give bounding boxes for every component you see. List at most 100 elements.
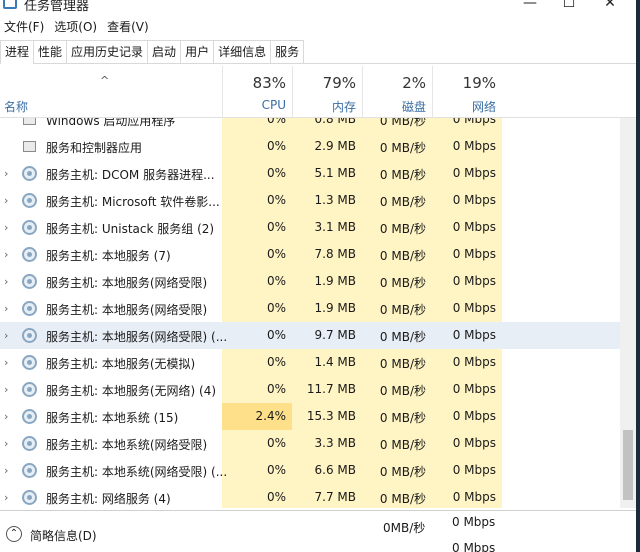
expand-chevron-icon[interactable]: ›: [4, 356, 8, 369]
tab-strip: 进程 性能 应用历史记录 启动 用户 详细信息 服务: [0, 40, 636, 64]
expand-chevron-icon[interactable]: ›: [4, 383, 8, 396]
gear-icon: [22, 274, 37, 289]
disk-value: 0 MB/秒: [379, 195, 426, 209]
memory-value: 2.9 MB: [314, 139, 356, 153]
expand-chevron-icon[interactable]: ›: [4, 221, 8, 234]
minimize-button[interactable]: —: [520, 0, 540, 12]
process-row[interactable]: › 服务主机: 本地服务 (7) 0% 7.8 MB 0 MB/秒 0 Mbps: [0, 241, 620, 268]
tab-services[interactable]: 服务: [270, 40, 305, 63]
memory-value: 3.1 MB: [314, 220, 356, 234]
menu-options[interactable]: 选项(O): [50, 16, 103, 38]
expand-chevron-icon[interactable]: ›: [4, 464, 8, 477]
service-icon: [23, 118, 36, 125]
column-header-cpu[interactable]: 83% CPU: [222, 66, 292, 118]
maximize-button[interactable]: ☐: [559, 0, 579, 12]
process-row[interactable]: › 服务主机: 网络服务 (4) 0% 7.7 MB 0 MB/秒 0 Mbps: [0, 484, 620, 508]
gear-icon: [22, 166, 37, 181]
process-row[interactable]: › 服务主机: 本地服务(网络受限) (... 0% 9.7 MB 0 MB/秒 0 Mb…: [0, 322, 620, 349]
tab-processes[interactable]: 进程: [0, 40, 35, 64]
cpu-value: 0%: [266, 328, 286, 342]
process-row[interactable]: › 服务主机: Microsoft 软件卷影... 0% 1.3 MB 0 MB/秒 0 …: [0, 187, 620, 214]
gear-icon: [22, 463, 37, 478]
memory-total-percent: 79%: [322, 74, 356, 92]
tab-startup[interactable]: 启动: [147, 40, 182, 63]
memory-value: 7.8 MB: [314, 247, 356, 261]
window-title: 任务管理器: [24, 0, 90, 14]
gear-icon: [22, 301, 37, 316]
memory-value: 3.3 MB: [314, 436, 356, 450]
process-row[interactable]: › 服务主机: DCOM 服务器进程... 0% 5.1 MB 0 MB/秒 0 Mbps: [0, 160, 620, 187]
process-name: 服务主机: 本地服务(网络受限): [46, 303, 208, 317]
ghost-disk-value: 0MB/秒: [383, 521, 426, 535]
ghost-network-value: 0 Mbps: [452, 515, 496, 529]
tab-app-history[interactable]: 应用历史记录: [66, 40, 149, 63]
disk-value: 0 MB/秒: [379, 118, 426, 128]
task-manager-icon: [3, 0, 17, 9]
memory-value: 9.7 MB: [314, 328, 356, 342]
cpu-value: 0%: [266, 193, 286, 207]
process-row[interactable]: › 服务主机: 本地服务(网络受限) 0% 1.9 MB 0 MB/秒 0 Mbps: [0, 268, 620, 295]
disk-label: 磁盘: [401, 100, 426, 114]
gear-icon: [22, 193, 37, 208]
disk-value: 0 MB/秒: [379, 249, 426, 263]
cpu-value: 0%: [266, 220, 286, 234]
network-value: 0 Mbps: [452, 436, 496, 450]
process-name: 服务主机: 本地服务(网络受限): [46, 276, 208, 290]
network-value: 0 Mbps: [452, 118, 496, 126]
network-value: 0 Mbps: [452, 166, 496, 180]
expand-chevron-icon[interactable]: ›: [4, 491, 8, 504]
close-button[interactable]: ✕: [600, 0, 620, 12]
network-value: 0 Mbps: [452, 301, 496, 315]
expand-chevron-icon[interactable]: ›: [4, 167, 8, 180]
gear-icon: [22, 220, 37, 235]
gear-icon: [22, 382, 37, 397]
expand-chevron-icon[interactable]: ›: [4, 410, 8, 423]
process-row[interactable]: › 服务主机: 本地系统(网络受限) 0% 3.3 MB 0 MB/秒 0 Mbps: [0, 430, 620, 457]
disk-value: 0 MB/秒: [379, 465, 426, 479]
process-row[interactable]: › 服务主机: 本地服务(无模拟) 0% 1.4 MB 0 MB/秒 0 Mbps: [0, 349, 620, 376]
process-row[interactable]: › 服务主机: 本地服务(网络受限) 0% 1.9 MB 0 MB/秒 0 Mbps: [0, 295, 620, 322]
process-row[interactable]: › 服务主机: Unistack 服务组 (2) 0% 3.1 MB 0 MB/秒 0 M…: [0, 214, 620, 241]
column-header-network[interactable]: 19% 网络: [432, 66, 502, 118]
cpu-value: 0%: [266, 382, 286, 396]
expand-chevron-icon[interactable]: ›: [4, 302, 8, 315]
expand-chevron-icon[interactable]: ›: [4, 248, 8, 261]
expand-chevron-icon[interactable]: ›: [4, 437, 8, 450]
network-value: 0 Mbps: [452, 193, 496, 207]
memory-label: 内存: [331, 100, 356, 114]
vertical-scrollbar[interactable]: [620, 118, 636, 508]
menu-bar: 文件(F) 选项(O) 查看(V): [0, 16, 155, 38]
ghost-network-value-2: 0 Mbps: [452, 541, 496, 552]
expand-chevron-icon[interactable]: ›: [4, 329, 8, 342]
tab-users[interactable]: 用户: [180, 40, 215, 63]
process-row[interactable]: › 服务主机: 本地系统(网络受限) (... 0% 6.6 MB 0 MB/秒 0 Mb…: [0, 457, 620, 484]
cpu-value: 2.4%: [255, 409, 287, 423]
process-row[interactable]: Windows 启动应用程序 0% 0.8 MB 0 MB/秒 0 Mbps: [0, 118, 620, 133]
menu-file[interactable]: 文件(F): [0, 16, 50, 38]
memory-value: 1.9 MB: [314, 301, 356, 315]
scrollbar-thumb[interactable]: [623, 430, 633, 500]
column-header-disk[interactable]: 2% 磁盘: [362, 66, 432, 118]
collapse-chevron-icon[interactable]: ⌃: [6, 526, 22, 542]
process-row[interactable]: › 服务主机: 本地服务(无网络) (4) 0% 11.7 MB 0 MB/秒 0 Mbp…: [0, 376, 620, 403]
fewer-details-button[interactable]: 简略信息(D): [30, 527, 97, 544]
disk-value: 0 MB/秒: [379, 303, 426, 317]
tab-performance[interactable]: 性能: [33, 40, 68, 63]
network-value: 0 Mbps: [452, 355, 496, 369]
process-list: Windows 启动应用程序 0% 0.8 MB 0 MB/秒 0 Mbps 服务和控制器…: [0, 118, 620, 508]
service-icon: [23, 141, 36, 152]
process-name: 服务主机: 本地系统 (15): [46, 411, 179, 425]
process-row[interactable]: 服务和控制器应用 0% 2.9 MB 0 MB/秒 0 Mbps: [0, 133, 620, 160]
expand-chevron-icon[interactable]: ›: [4, 194, 8, 207]
expand-chevron-icon[interactable]: ›: [4, 275, 8, 288]
column-header-memory[interactable]: 79% 内存: [292, 66, 362, 118]
sort-indicator-icon: ^: [100, 74, 110, 87]
disk-value: 0 MB/秒: [379, 411, 426, 425]
tab-details[interactable]: 详细信息: [213, 40, 272, 63]
process-row[interactable]: › 服务主机: 本地系统 (15) 2.4% 15.3 MB 0 MB/秒 0 Mbps: [0, 403, 620, 430]
column-header-name[interactable]: 名称: [4, 98, 28, 115]
gear-icon: [22, 409, 37, 424]
cpu-value: 0%: [266, 436, 286, 450]
memory-value: 15.3 MB: [306, 409, 356, 423]
menu-view[interactable]: 查看(V): [103, 16, 155, 38]
